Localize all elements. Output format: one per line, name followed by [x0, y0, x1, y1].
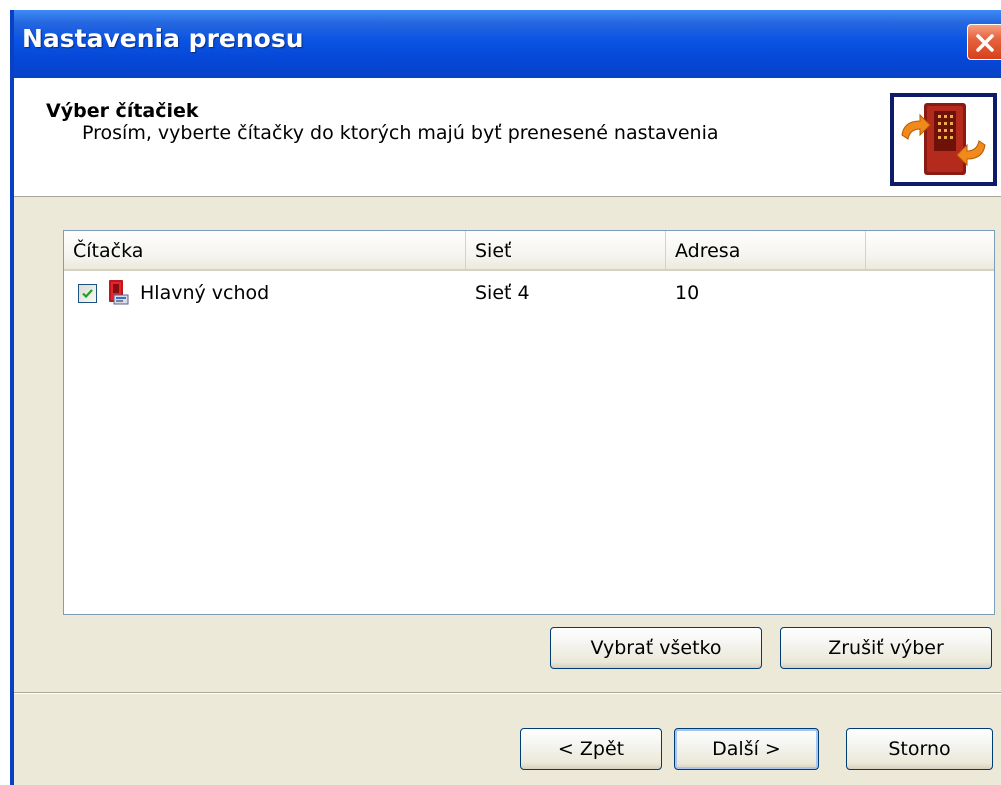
reader-transfer-icon: [890, 93, 997, 186]
row-checkbox[interactable]: [78, 284, 97, 303]
cell-network: Sieť 4: [475, 282, 530, 304]
close-button[interactable]: [967, 24, 1001, 60]
list-header: Čítačka Sieť Adresa: [64, 231, 994, 271]
back-button[interactable]: < Zpět: [520, 728, 662, 770]
page-subtitle: Prosím, vyberte čítačky do ktorých majú …: [82, 122, 719, 144]
next-button[interactable]: Další >: [674, 728, 819, 770]
column-header-address[interactable]: Adresa: [666, 231, 866, 269]
select-all-button[interactable]: Vybrať všetko: [550, 627, 762, 669]
divider: [14, 692, 1001, 694]
window-title: Nastavenia prenosu: [22, 24, 304, 53]
column-header-network[interactable]: Sieť: [466, 231, 666, 269]
cell-reader: Hlavný vchod: [140, 282, 270, 304]
reader-icon: [109, 280, 129, 305]
column-header-empty: [866, 231, 994, 269]
cell-address: 10: [675, 282, 700, 304]
list-item[interactable]: Hlavný vchod Sieť 4 10: [64, 276, 994, 310]
title-bar[interactable]: Nastavenia prenosu: [14, 10, 1001, 78]
checkmark-icon: [82, 289, 93, 299]
dialog-window: Nastavenia prenosu Výber čítačiek Prosím…: [10, 10, 1001, 785]
cancel-button[interactable]: Storno: [846, 728, 993, 770]
deselect-button[interactable]: Zrušiť výber: [780, 627, 992, 669]
page-title: Výber čítačiek: [46, 100, 199, 122]
close-icon: [976, 34, 994, 52]
wizard-header: Výber čítačiek Prosím, vyberte čítačky d…: [14, 78, 1001, 197]
reader-list[interactable]: Čítačka Sieť Adresa Hlavný vchod Sieť 4 …: [63, 230, 995, 615]
column-header-reader[interactable]: Čítačka: [64, 231, 466, 269]
